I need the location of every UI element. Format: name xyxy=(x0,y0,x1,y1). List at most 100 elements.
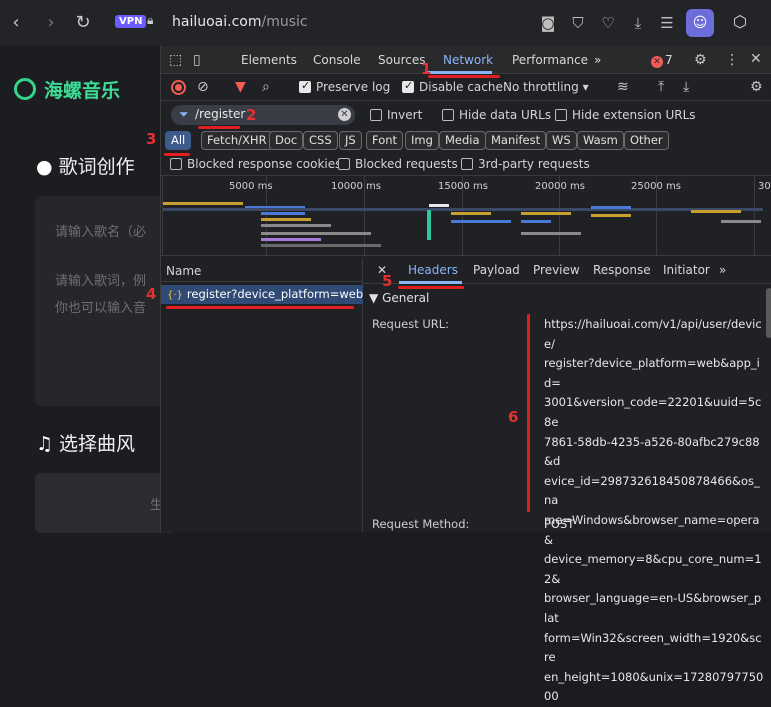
timeline-bar xyxy=(721,220,761,223)
kebab-menu-icon[interactable]: ⋮ xyxy=(725,52,739,68)
timeline-bar xyxy=(163,202,243,205)
tab-sources[interactable]: Sources xyxy=(378,53,425,67)
timeline-bar xyxy=(591,214,631,217)
tab-headers[interactable]: Headers xyxy=(408,263,458,277)
tab-response[interactable]: Response xyxy=(593,263,651,277)
general-label: General xyxy=(382,291,430,305)
invert-checkbox[interactable]: Invert xyxy=(370,108,422,122)
throttling-select[interactable]: No throttling ▾ xyxy=(503,80,589,94)
address-bar[interactable]: hailuoai.com/music xyxy=(172,14,308,30)
error-count: 7 xyxy=(665,53,673,67)
tab-payload[interactable]: Payload xyxy=(473,263,520,277)
type-fetch-xhr[interactable]: Fetch/XHR xyxy=(201,131,273,150)
wifi-icon[interactable]: ≋ xyxy=(617,79,629,95)
device-toolbar-icon[interactable]: ▯ xyxy=(193,52,201,68)
type-manifest[interactable]: Manifest xyxy=(485,131,547,150)
tab-initiator[interactable]: Initiator xyxy=(663,263,710,277)
music-note-icon: ♫ xyxy=(36,433,54,455)
tick-line xyxy=(754,176,755,256)
clear-icon[interactable]: ⊘ xyxy=(197,79,209,95)
type-media[interactable]: Media xyxy=(439,131,486,150)
tab-performance[interactable]: Performance xyxy=(512,53,588,67)
hide-data-urls-label: Hide data URLs xyxy=(459,108,552,122)
lock-icon[interactable]: 🔒︎ xyxy=(147,13,161,31)
camera-icon[interactable]: ◙ xyxy=(537,12,559,34)
request-row[interactable]: {·} register?device_platform=web... xyxy=(161,285,363,304)
back-icon[interactable]: ‹ xyxy=(5,12,27,34)
annotation-underline-3 xyxy=(164,153,190,156)
type-doc[interactable]: Doc xyxy=(269,131,304,150)
reload-icon[interactable]: ↻ xyxy=(72,12,94,34)
tab-preview[interactable]: Preview xyxy=(533,263,580,277)
forward-icon[interactable]: › xyxy=(40,12,62,34)
type-img[interactable]: Img xyxy=(405,131,439,150)
timeline-bar xyxy=(261,224,331,227)
request-url-line: https://hailuoai.com/v1/api/user/device/ xyxy=(544,317,762,351)
clear-filter-icon[interactable]: ✕ xyxy=(338,108,351,121)
lyrics-section-label: 歌词创作 xyxy=(58,156,135,178)
type-css[interactable]: CSS xyxy=(303,131,338,150)
blocked-cookies-checkbox[interactable]: Blocked response cookies xyxy=(170,157,341,171)
lyrics-placeholder-1: 请输入歌词，例 xyxy=(55,274,147,289)
name-column-header[interactable]: Name xyxy=(161,258,363,282)
download-har-icon[interactable]: ⤓ xyxy=(683,79,689,95)
filter-value: /register xyxy=(195,107,246,121)
type-js[interactable]: JS xyxy=(339,131,362,150)
more-tabs-icon[interactable]: » xyxy=(594,53,601,67)
network-tab-underline xyxy=(425,71,492,74)
heart-icon[interactable]: ♡ xyxy=(597,12,619,34)
type-wasm[interactable]: Wasm xyxy=(577,131,624,150)
request-method-label: Request Method: xyxy=(372,517,470,531)
timeline-bar xyxy=(429,204,449,207)
download-icon[interactable]: ⤓ xyxy=(627,12,649,34)
blocked-requests-checkbox[interactable]: Blocked requests xyxy=(338,157,458,171)
tab-console[interactable]: Console xyxy=(313,53,361,67)
general-section-toggle[interactable]: ▼ General xyxy=(369,291,429,305)
bulb-icon: ● xyxy=(36,156,53,178)
search-icon[interactable]: ⌕ xyxy=(262,79,270,95)
settings-gear-icon[interactable]: ⚙ xyxy=(694,52,707,68)
hide-extension-urls-label: Hide extension URLs xyxy=(572,108,696,122)
extensions-cube-icon[interactable]: ⬡ xyxy=(733,12,747,31)
upload-icon[interactable]: ⤒ xyxy=(658,79,664,95)
filter-funnel-icon[interactable]: ▼ xyxy=(235,79,246,95)
vpn-badge[interactable]: VPN xyxy=(115,15,147,28)
error-badge[interactable]: ✕ 7 xyxy=(651,53,673,68)
record-icon[interactable] xyxy=(171,80,186,95)
blocked-requests-check-icon xyxy=(338,158,350,170)
tick-label: 20000 ms xyxy=(535,181,585,192)
type-font[interactable]: Font xyxy=(366,131,404,150)
menu-lines-icon[interactable]: ☰ xyxy=(656,12,678,34)
hide-data-urls-checkbox[interactable]: Hide data URLs xyxy=(442,108,551,122)
throttling-value: No throttling xyxy=(503,80,579,94)
type-all[interactable]: All xyxy=(165,131,192,150)
shield-icon[interactable]: ⛉ xyxy=(567,12,589,34)
more-detail-tabs-icon[interactable]: » xyxy=(719,263,726,277)
url-host: hailuoai.com xyxy=(172,14,262,30)
network-overview-timeline[interactable]: 5000 ms 10000 ms 15000 ms 20000 ms 25000… xyxy=(161,176,771,256)
request-url-line: browser_language=en-US&browser_plat xyxy=(544,591,762,625)
hide-data-check-icon xyxy=(442,109,454,121)
disable-cache-checkbox[interactable]: Disable cache xyxy=(402,79,503,94)
third-party-checkbox[interactable]: 3rd-party requests xyxy=(461,157,590,171)
type-ws[interactable]: WS xyxy=(546,131,577,150)
network-settings-icon[interactable]: ⚙ xyxy=(750,79,763,95)
page-content: 海螺音乐 ● 歌词创作 请输入歌名（必 请输入歌词，例 你也可以输入音 ♫ 选择曲风… xyxy=(0,46,175,533)
preserve-log-checkbox[interactable]: Preserve log xyxy=(299,79,390,94)
disable-cache-label: Disable cache xyxy=(419,80,503,94)
filter-input[interactable]: ⏷ /register ✕ xyxy=(171,105,355,125)
close-devtools-icon[interactable]: ✕ xyxy=(750,51,762,67)
hide-extension-urls-checkbox[interactable]: Hide extension URLs xyxy=(555,108,696,122)
disable-cache-check-icon xyxy=(402,79,414,93)
annotation-underline-1 xyxy=(428,75,500,78)
timeline-bar xyxy=(521,232,581,235)
inspect-element-icon[interactable]: ⬚ xyxy=(169,52,182,68)
type-other[interactable]: Other xyxy=(624,131,669,150)
scrollbar[interactable] xyxy=(766,288,771,338)
devtools-tabbar: ⬚ ▯ Elements Console Sources Network Per… xyxy=(161,46,771,74)
tab-elements[interactable]: Elements xyxy=(241,53,297,67)
profile-icon[interactable]: ☺ xyxy=(686,9,714,37)
timeline-bar xyxy=(261,238,321,241)
blocked-requests-label: Blocked requests xyxy=(355,157,458,171)
tab-network[interactable]: Network xyxy=(443,53,493,67)
